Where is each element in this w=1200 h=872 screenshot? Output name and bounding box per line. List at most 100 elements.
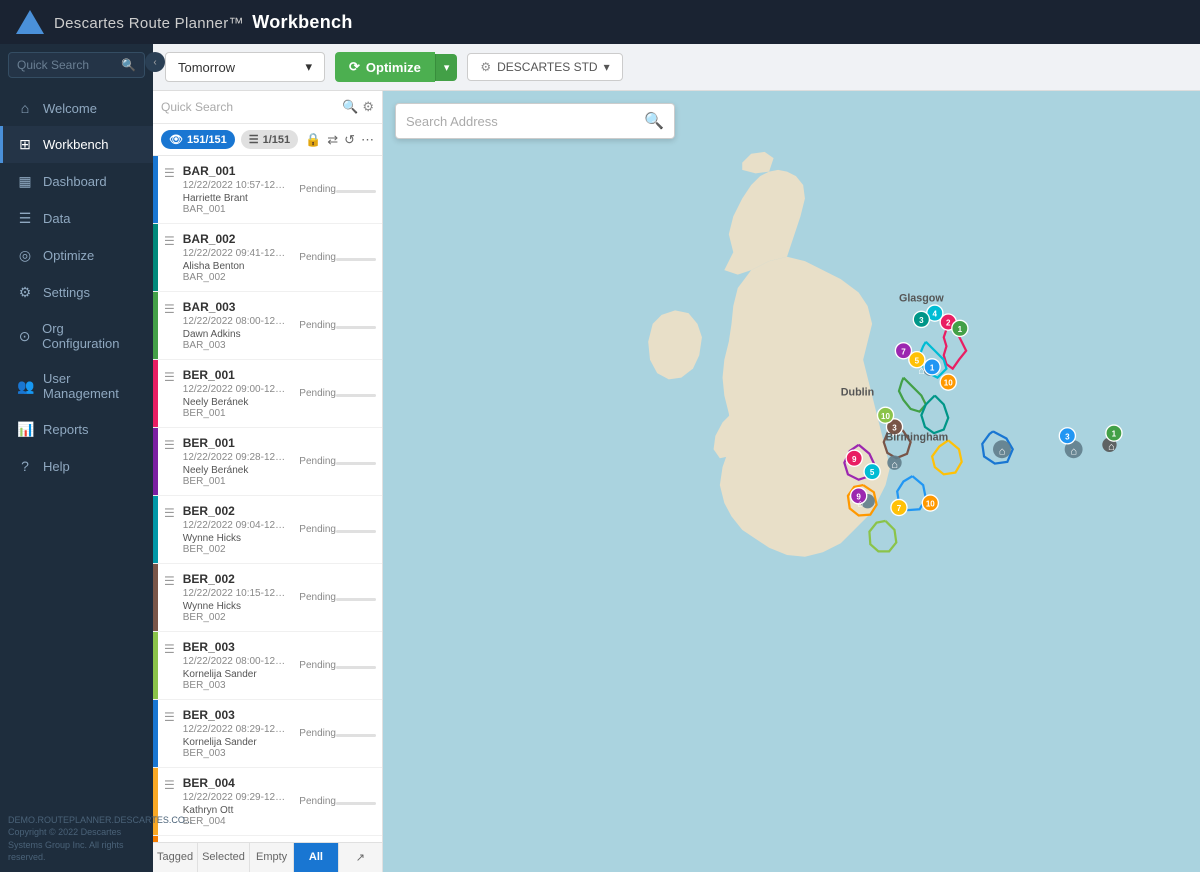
sidebar-collapse-button[interactable]: ‹ <box>145 52 165 72</box>
reports-nav-icon: 📊 <box>17 421 33 438</box>
route-item-driver: Kornelija Sander <box>183 669 288 680</box>
sidebar-item-org-config[interactable]: ⊙Org Configuration <box>0 311 153 361</box>
data-nav-icon: ☰ <box>17 210 33 227</box>
sidebar: ‹ 🔍 ⌂Welcome⊞Workbench▦Dashboard☰Data◎Op… <box>0 44 153 872</box>
route-item-status: Pending <box>293 360 382 427</box>
route-item-name: BER_001 <box>183 436 288 450</box>
route-item-name: BAR_003 <box>183 300 288 314</box>
user-mgmt-nav-label: User Management <box>43 371 139 401</box>
route-item-progress <box>336 666 376 669</box>
sidebar-item-help[interactable]: ?Help <box>0 448 153 484</box>
route-item-icon: ☰ <box>158 292 181 359</box>
route-item-name: BAR_001 <box>183 164 288 178</box>
route-item[interactable]: ☰ BAR_001 12/22/2022 10:57-12/22/20... H… <box>153 156 382 224</box>
route-item-code: BAR_003 <box>183 340 288 351</box>
app-title: Descartes Route Planner™ Workbench <box>54 12 353 33</box>
route-item[interactable]: ☰ BER_004 12/22/2022 09:29-12/22/20... K… <box>153 768 382 836</box>
org-config-nav-icon: ⊙ <box>17 328 32 345</box>
route-item-code: BER_002 <box>183 544 288 555</box>
refresh-icon[interactable]: ↺ <box>344 132 355 148</box>
bottom-tab-[interactable]: ↗ <box>339 843 382 872</box>
svg-text:Birmingham: Birmingham <box>886 431 949 443</box>
svg-text:10: 10 <box>881 412 890 421</box>
route-item-date: 12/22/2022 09:29-12/22/20... <box>183 792 288 803</box>
route-search-input[interactable] <box>161 100 336 114</box>
route-item[interactable]: ☰ BER_001 12/22/2022 09:00-12/22/20... N… <box>153 360 382 428</box>
bottom-tab-empty[interactable]: Empty <box>250 843 294 872</box>
route-item-content: BAR_003 12/22/2022 08:00-12/22/20... Daw… <box>181 292 294 359</box>
route-item-date: 12/22/2022 09:41-12/22/20... <box>183 248 288 259</box>
route-item[interactable]: ☰ BER_002 12/22/2022 10:15-12/22/20... W… <box>153 564 382 632</box>
svg-text:1: 1 <box>1112 430 1117 439</box>
route-item-name: BER_004 <box>183 776 288 790</box>
reports-nav-label: Reports <box>43 422 89 437</box>
sidebar-item-reports[interactable]: 📊 Reports <box>0 411 153 448</box>
route-item-content: BAR_002 12/22/2022 09:41-12/22/20... Ali… <box>181 224 294 291</box>
route-item-content: BAR_001 12/22/2022 10:57-12/22/20... Har… <box>181 156 294 223</box>
route-item-date: 12/22/2022 09:28-12/22/20... <box>183 452 288 463</box>
route-item-status: Pending <box>293 156 382 223</box>
route-item[interactable]: ☰ BAR_003 12/22/2022 08:00-12/22/20... D… <box>153 292 382 360</box>
route-item[interactable]: ☰ BER_001 12/22/2022 09:28-12/22/20... N… <box>153 428 382 496</box>
route-item-progress <box>336 462 376 465</box>
search-icon[interactable]: 🔍 <box>342 99 358 115</box>
bottom-tab-tagged[interactable]: Tagged <box>153 843 198 872</box>
route-item-date: 12/22/2022 09:04-12/22/20... <box>183 520 288 531</box>
sidebar-item-welcome[interactable]: ⌂Welcome <box>0 90 153 126</box>
sidebar-item-data[interactable]: ☰Data <box>0 200 153 237</box>
route-item[interactable]: ☰ BER_003 12/22/2022 08:29-12/22/20... K… <box>153 700 382 768</box>
route-item-code: BAR_001 <box>183 204 288 215</box>
route-item-name: BER_003 <box>183 640 288 654</box>
svg-text:10: 10 <box>944 379 953 388</box>
route-item-date: 12/22/2022 09:00-12/22/20... <box>183 384 288 395</box>
help-nav-label: Help <box>43 459 70 474</box>
bottom-tab-all[interactable]: All <box>294 843 338 872</box>
sidebar-item-optimize[interactable]: ◎Optimize <box>0 237 153 274</box>
route-item-driver: Harriette Brant <box>183 193 288 204</box>
welcome-nav-label: Welcome <box>43 101 97 116</box>
lock-icon[interactable]: 🔒 <box>305 132 321 148</box>
page-name: Workbench <box>252 12 352 32</box>
route-item-code: BER_004 <box>183 816 288 827</box>
optimize-button[interactable]: ⟳ Optimize <box>335 52 435 82</box>
date-dropdown[interactable]: Tomorrow ▾ <box>165 52 325 82</box>
sidebar-search-input[interactable] <box>17 58 115 72</box>
eye-tab[interactable]: 👁 151/151 <box>161 130 235 149</box>
dashboard-nav-icon: ▦ <box>17 173 33 190</box>
bottom-tab-selected[interactable]: Selected <box>198 843 250 872</box>
map-svg: 2 4 3 1 7 5 <box>383 91 1200 872</box>
route-item-progress <box>336 734 376 737</box>
sidebar-item-settings[interactable]: ⚙Settings <box>0 274 153 311</box>
optimize-dropdown-button[interactable]: ▾ <box>435 54 458 81</box>
brand-name: Descartes Route Planner™ <box>54 15 244 32</box>
list-tab[interactable]: ☰ 1/151 <box>241 130 298 149</box>
svg-text:9: 9 <box>852 455 857 464</box>
route-item-content: BER_003 12/22/2022 08:00-12/22/20... Kor… <box>181 632 294 699</box>
map-search-input[interactable] <box>406 114 636 129</box>
sidebar-item-workbench[interactable]: ⊞Workbench <box>0 126 153 163</box>
route-item[interactable]: ☰ BAR_002 12/22/2022 09:41-12/22/20... A… <box>153 224 382 292</box>
shuffle-icon[interactable]: ⇄ <box>327 132 338 148</box>
route-item-icon: ☰ <box>158 156 181 223</box>
route-item[interactable]: ☰ BER_003 12/22/2022 08:00-12/22/20... K… <box>153 632 382 700</box>
date-label: Tomorrow <box>178 60 235 75</box>
route-item-code: BER_002 <box>183 612 288 623</box>
route-item-name: BAR_002 <box>183 232 288 246</box>
sidebar-search[interactable]: 🔍 <box>8 52 145 78</box>
more-icon[interactable]: ⋯ <box>361 132 374 148</box>
route-item-driver: Kathryn Ott <box>183 805 288 816</box>
route-item[interactable]: ☰ BER_002 12/22/2022 09:04-12/22/20... W… <box>153 496 382 564</box>
dashboard-nav-label: Dashboard <box>43 174 107 189</box>
sidebar-item-user-mgmt[interactable]: 👥 User Management <box>0 361 153 411</box>
svg-text:⌂: ⌂ <box>857 499 863 510</box>
sidebar-item-dashboard[interactable]: ▦ Dashboard <box>0 163 153 200</box>
map-search-icon[interactable]: 🔍 <box>644 111 664 131</box>
route-item-code: BER_001 <box>183 408 288 419</box>
optimize-icon: ⟳ <box>349 59 360 75</box>
user-mgmt-nav-icon: 👥 <box>17 378 33 395</box>
svg-text:⌂: ⌂ <box>918 365 924 377</box>
svg-text:⌂: ⌂ <box>1070 446 1076 458</box>
filter-icon[interactable]: ⚙ <box>362 99 374 115</box>
route-search-bar: 🔍 ⚙ <box>153 91 382 124</box>
settings-dropdown[interactable]: ⚙ DESCARTES STD ▾ <box>467 53 622 81</box>
